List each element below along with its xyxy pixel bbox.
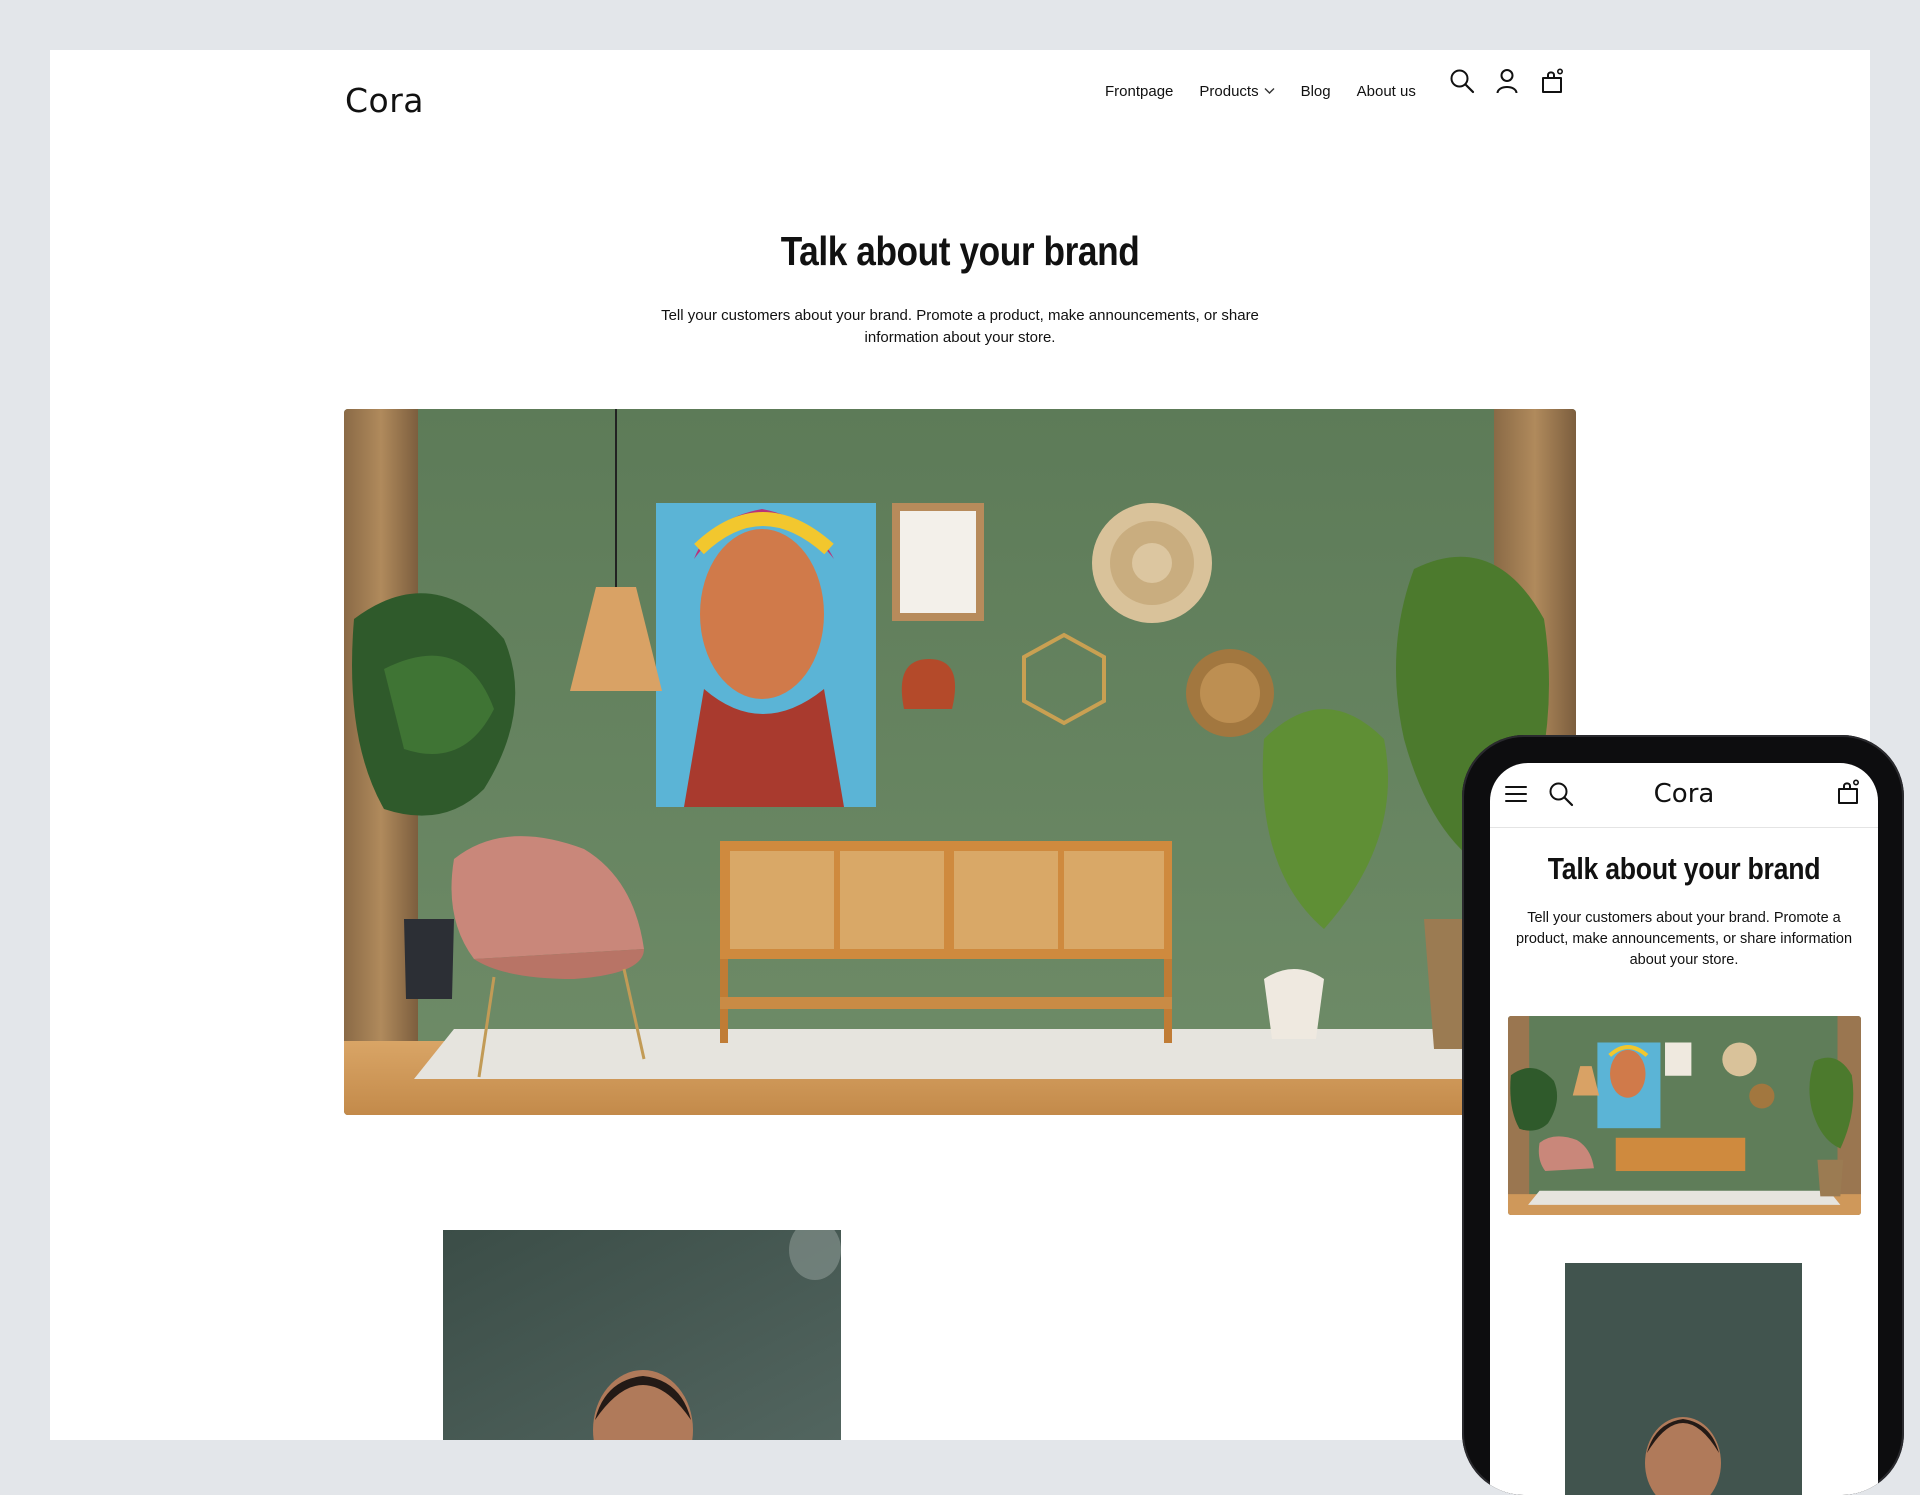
nav-item-label: About us — [1356, 82, 1416, 100]
room-banner-image — [344, 409, 1576, 1115]
nav-item-label: Frontpage — [1105, 82, 1174, 100]
account-icon — [1496, 69, 1518, 94]
team-portrait-image — [443, 1230, 841, 1440]
cart-icon — [1542, 68, 1563, 93]
mobile-page-title: Talk about your brand — [1547, 851, 1821, 886]
nav-item-about[interactable]: About us — [1357, 83, 1416, 100]
mobile-header: Cora — [1490, 763, 1878, 828]
search-button[interactable] — [1447, 66, 1477, 96]
account-button[interactable] — [1492, 66, 1522, 96]
page-title: Talk about your brand — [780, 228, 1140, 274]
main-nav: Frontpage Products Blog About us — [1105, 73, 1442, 109]
mobile-logo[interactable]: Cora — [1490, 779, 1878, 809]
nav-item-label: Blog — [1300, 82, 1331, 100]
cart-icon — [1838, 779, 1859, 804]
cart-button[interactable] — [1537, 66, 1567, 96]
site-logo[interactable]: Cora — [345, 81, 424, 120]
mobile-room-banner-image — [1508, 1016, 1861, 1215]
phone-preview: Cora Talk about your brand Tell your cus… — [1462, 735, 1904, 1495]
phone-screen: Cora Talk about your brand Tell your cus… — [1490, 763, 1878, 1495]
nav-item-label: Products — [1199, 82, 1259, 100]
mobile-team-portrait-image — [1565, 1263, 1802, 1495]
search-icon — [1450, 69, 1475, 94]
mobile-hero-text: Tell your customers about your brand. Pr… — [1515, 910, 1853, 968]
nav-item-blog[interactable]: Blog — [1301, 83, 1331, 100]
chevron-down-icon — [1264, 88, 1275, 94]
mobile-cart-button[interactable] — [1836, 779, 1860, 810]
header-icons — [1447, 66, 1582, 96]
hero-text: Tell your customers about your brand. Pr… — [661, 307, 1259, 346]
nav-item-products[interactable]: Products — [1199, 82, 1275, 100]
nav-item-frontpage[interactable]: Frontpage — [1105, 83, 1173, 100]
